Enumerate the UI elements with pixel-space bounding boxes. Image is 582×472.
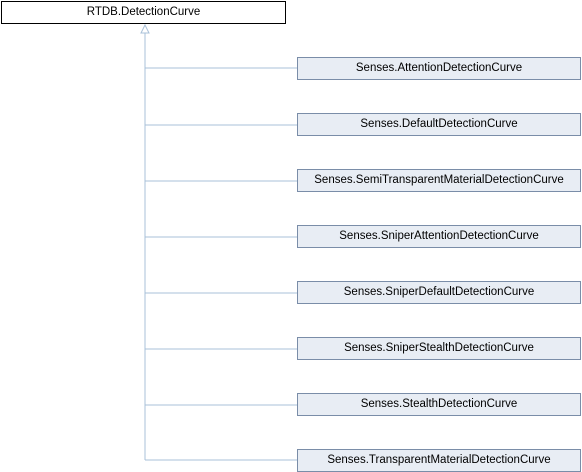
class-node-sniper-attention-detection-curve[interactable]: Senses.SniperAttentionDetectionCurve xyxy=(297,225,581,248)
base-class-node[interactable]: RTDB.DetectionCurve xyxy=(1,1,286,24)
class-node-stealth-detection-curve[interactable]: Senses.StealthDetectionCurve xyxy=(297,393,581,416)
class-node-attention-detection-curve[interactable]: Senses.AttentionDetectionCurve xyxy=(297,57,581,80)
class-node-sniper-stealth-detection-curve[interactable]: Senses.SniperStealthDetectionCurve xyxy=(297,337,581,360)
inheritance-arrowhead-icon xyxy=(140,23,150,34)
inheritance-diagram: RTDB.DetectionCurve Senses.AttentionDete… xyxy=(0,0,582,472)
class-node-sniper-default-detection-curve[interactable]: Senses.SniperDefaultDetectionCurve xyxy=(297,281,581,304)
class-node-semi-transparent-material-detection-curve[interactable]: Senses.SemiTransparentMaterialDetectionC… xyxy=(297,169,581,192)
class-node-transparent-material-detection-curve[interactable]: Senses.TransparentMaterialDetectionCurve xyxy=(297,449,581,472)
class-node-default-detection-curve[interactable]: Senses.DefaultDetectionCurve xyxy=(297,113,581,136)
